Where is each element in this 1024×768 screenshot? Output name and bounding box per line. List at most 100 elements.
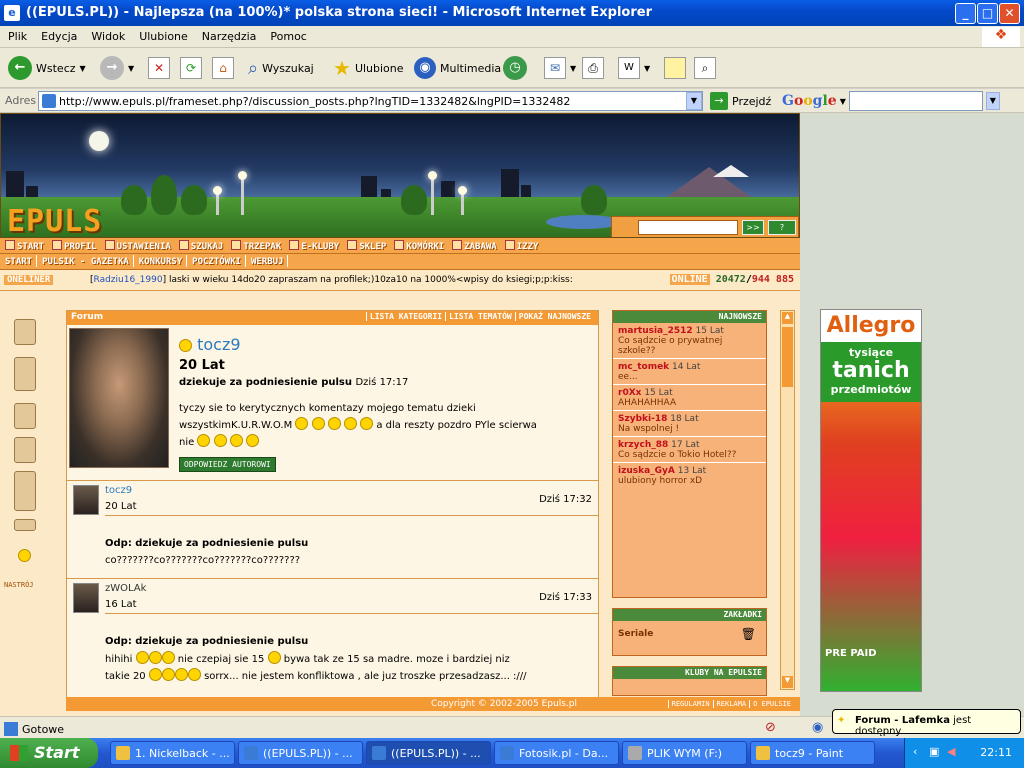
avatar[interactable] <box>73 583 99 613</box>
author-name[interactable]: tocz9 <box>179 335 241 354</box>
start-button[interactable]: Start <box>0 738 98 768</box>
post-title: dziekuje za podniesienie pulsu Dziś 17:1… <box>179 377 409 388</box>
task-winamp[interactable]: 1. Nickelback - ... <box>110 741 235 765</box>
nav-zabawa[interactable]: ZABAWA <box>447 238 500 252</box>
nav-komorki[interactable]: KOMÓRKI <box>389 238 447 252</box>
stop-button[interactable]: ✕ <box>148 56 170 80</box>
research-button[interactable]: ⌕ <box>694 56 716 80</box>
board-icon[interactable] <box>14 403 36 429</box>
nav-trzepak[interactable]: TRZEPAK <box>226 238 284 252</box>
book-icon[interactable] <box>14 519 36 531</box>
task-drive[interactable]: PLIK WYM (F:) <box>622 741 747 765</box>
subnav-werbuj[interactable]: WERBUJ <box>246 255 289 267</box>
task-fotosik[interactable]: Fotosik.pl - Da... <box>494 741 619 765</box>
allegro-ad[interactable]: Allegro tysiące tanich przedmiotów PRE P… <box>820 309 922 692</box>
menu-narzedzia[interactable]: Narzędzia <box>194 26 263 43</box>
task-epuls-2[interactable]: ((EPULS.PL)) - ... <box>366 741 491 765</box>
google-dropdown[interactable]: ▼ <box>840 97 846 106</box>
edit-button[interactable]: W ▼ <box>618 56 650 80</box>
trash-icon[interactable]: 🗑 <box>741 627 756 641</box>
mail-icon: ✉ <box>544 57 566 79</box>
person-icon[interactable] <box>14 471 36 511</box>
go-button[interactable]: → Przejdź <box>710 92 771 110</box>
forward-button[interactable]: → ▼ <box>100 56 134 80</box>
refresh-button[interactable]: ⟳ <box>180 56 202 80</box>
link-pokaz-najnowsze[interactable]: POKAŻ NAJNOWSZE <box>514 312 594 321</box>
nav-szukaj[interactable]: SZUKAJ <box>174 238 227 252</box>
menu-widok[interactable]: Widok <box>83 26 131 43</box>
maximize-button[interactable]: □ <box>977 3 998 24</box>
login-go-button[interactable]: >> <box>742 220 764 235</box>
menu-pomoc[interactable]: Pomoc <box>262 26 312 43</box>
google-search-input[interactable] <box>848 91 983 111</box>
nav-sklep[interactable]: SKLEP <box>342 238 389 252</box>
subnav-konkursy[interactable]: KONKURSY <box>134 255 188 267</box>
portrait-icon[interactable] <box>14 437 36 463</box>
page-scrollbar[interactable]: ▲ ▼ <box>780 310 795 690</box>
author-photo[interactable] <box>69 328 169 468</box>
network-icon[interactable]: ▣ <box>929 745 939 758</box>
nav-izzy[interactable]: IZZY <box>500 238 542 252</box>
back-button[interactable]: ← Wstecz ▼ <box>8 56 86 80</box>
address-input[interactable]: http://www.epuls.pl/frameset.php?/discus… <box>38 91 703 111</box>
avatar[interactable] <box>73 485 99 515</box>
bookmark-item[interactable]: Seriale 🗑 <box>613 621 766 641</box>
footer-regulamin[interactable]: REGULAMIN <box>667 700 713 708</box>
subnav-start[interactable]: START <box>0 255 38 267</box>
menu-plik[interactable]: Plik <box>0 26 33 43</box>
title-bar: e ((EPULS.PL)) - Najlepsza (na 100%)* po… <box>0 0 1024 26</box>
address-dropdown[interactable]: ▼ <box>686 92 702 110</box>
nav-start[interactable]: START <box>0 238 47 252</box>
main-nav: START PROFIL USTAWIENIA SZUKAJ TRZEPAK E-KLUB… <box>0 238 800 254</box>
nav-ustawienia[interactable]: USTAWIENIA <box>100 238 174 252</box>
media-button[interactable]: ◉ Multimedia <box>414 56 501 80</box>
subnav-pocztowki[interactable]: POCZTÓWKI <box>187 255 246 267</box>
newest-item[interactable]: martusia_2512 15 Lat Co sądzcie o prywatn… <box>613 323 766 359</box>
google-logo[interactable]: Google <box>782 93 837 109</box>
newest-item[interactable]: izuska_GyA 13 Lat ulubiony horror xD <box>613 463 766 488</box>
volume-icon[interactable]: ◀ <box>947 745 955 758</box>
scroll-down-icon[interactable]: ▼ <box>782 676 793 688</box>
minimize-button[interactable]: _ <box>955 3 976 24</box>
link-lista-kategorii[interactable]: LISTA KATEGORII <box>365 312 446 321</box>
oneliner-user-link[interactable]: Radziu16_1990 <box>94 275 163 285</box>
nav-profil[interactable]: PROFIL <box>47 238 100 252</box>
history-button[interactable]: ◷ <box>503 56 527 80</box>
search-button[interactable]: ⌕ Wyszukaj <box>248 56 314 80</box>
discuss-button[interactable] <box>664 56 686 80</box>
close-button[interactable]: ✕ <box>999 3 1020 24</box>
link-lista-tematow[interactable]: LISTA TEMATÓW <box>445 312 515 321</box>
newest-item[interactable]: Szybki-18 18 Lat Na wspolnej ! <box>613 411 766 437</box>
laughing-icon <box>246 434 260 447</box>
favorites-button[interactable]: ★ Ulubione <box>333 56 404 80</box>
task-epuls-1[interactable]: ((EPULS.PL)) - ... <box>238 741 363 765</box>
reply-to-author-button[interactable]: ODPOWIEDZ AUTOROWI <box>179 457 276 472</box>
popup-blocker-icon[interactable]: ⊘ <box>765 720 776 735</box>
newest-item[interactable]: mc_tomek 14 Lat ee... <box>613 359 766 385</box>
scroll-thumb[interactable] <box>782 327 793 387</box>
scroll-up-icon[interactable]: ▲ <box>782 312 793 324</box>
newest-item[interactable]: r0Xx 15 Lat AHAHAHHAA <box>613 385 766 411</box>
print-button[interactable]: ⎙ <box>582 56 604 80</box>
task-paint[interactable]: tocz9 - Paint <box>750 741 875 765</box>
friends-icon[interactable] <box>14 357 36 391</box>
help-button[interactable]: ? <box>768 220 796 235</box>
nav-e-kluby[interactable]: E-KLUBY <box>284 238 342 252</box>
mood-smiley-icon[interactable] <box>18 549 31 562</box>
post-author[interactable]: zWOLAk <box>105 583 146 594</box>
footer-reklama[interactable]: REKLAMA <box>712 700 750 708</box>
footer-o-epulsie[interactable]: O EPULSIE <box>749 700 794 708</box>
subnav-gazetka[interactable]: PULSIK - GAZETKA <box>37 255 134 267</box>
mailbox-icon[interactable] <box>14 319 36 345</box>
newest-item[interactable]: krzych_88 17 Lat Co sądzcie o Tokio Hotel… <box>613 437 766 463</box>
home-button[interactable]: ⌂ <box>212 56 234 80</box>
im-notification[interactable]: ✦ Forum - Lafemka jest dostępny <box>832 709 1021 737</box>
epuls-logo[interactable]: EPULS <box>7 204 102 237</box>
login-input[interactable] <box>638 220 738 235</box>
google-search-dropdown[interactable]: ▼ <box>985 92 1000 110</box>
post-author[interactable]: tocz9 <box>105 485 132 496</box>
menu-ulubione[interactable]: Ulubione <box>131 26 194 43</box>
menu-edycja[interactable]: Edycja <box>33 26 83 43</box>
mail-button[interactable]: ✉ ▼ <box>544 56 576 80</box>
tray-expand-icon[interactable]: ‹ <box>913 745 917 758</box>
